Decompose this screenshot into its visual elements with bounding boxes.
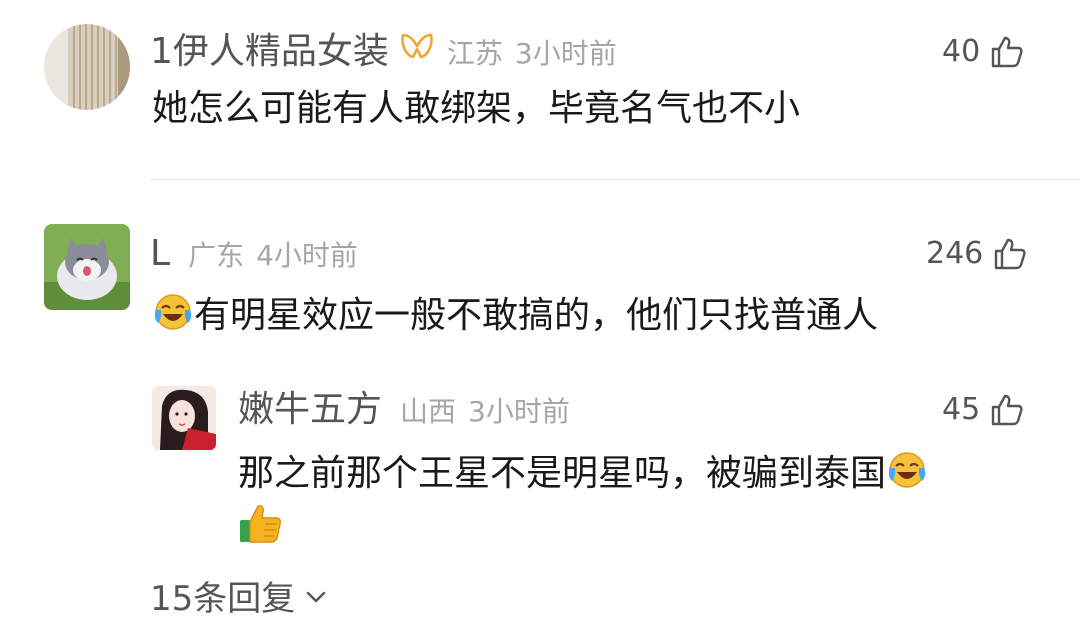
comment-text-content: 有明星效应一般不敢搞的，他们只找普通人 [194,295,879,336]
chevron-down-icon [303,578,329,620]
replies-count-label: 15条回复 [150,579,296,619]
avatar[interactable] [44,24,130,110]
location: 山西 [400,395,457,428]
avatar[interactable] [44,224,130,310]
timestamp: 3小时前 [468,395,570,428]
timestamp: 4小时前 [256,239,358,272]
like-count: 40 [942,34,981,69]
thumbs-up-outline-icon [990,393,1024,427]
comment-header: L 广东 4小时前 [150,232,358,278]
like-count: 45 [942,392,981,427]
comment-text-content: 她怎么可能有人敢绑架，毕竟名气也不小 [152,88,801,129]
view-replies-link[interactable]: 15条回复 [150,578,329,620]
comment-text: 有明星效应一般不敢搞的，他们只找普通人 [152,290,878,344]
thumbs-up-emoji [238,500,284,550]
comment-header: 1伊人精品女装 江苏 3小时前 [150,30,617,76]
thumbs-up-outline-icon [990,35,1024,69]
comment-text-content: 那之前那个王星不是明星吗，被骗到泰国 [238,453,887,494]
thumbs-up-outline-icon [993,237,1027,271]
laughing-crying-face-emoji [886,448,928,502]
divider [150,179,1080,180]
comment-text: 她怎么可能有人敢绑架，毕竟名气也不小 [152,86,800,132]
avatar[interactable] [152,386,216,450]
reply-header: 嫩牛五方 山西 3小时前 [238,388,570,434]
timestamp: 3小时前 [514,37,617,70]
like-count: 246 [926,236,984,271]
laughing-crying-face-emoji [152,290,194,344]
username[interactable]: 嫩牛五方 [238,389,382,430]
like-button[interactable]: 246 [926,236,1027,272]
like-button[interactable]: 45 [942,392,1024,428]
username[interactable]: L [150,233,170,274]
location: 江苏 [446,37,503,70]
gold-ribbon-badge-icon [399,28,435,72]
location: 广东 [188,239,245,272]
like-button[interactable]: 40 [942,34,1024,70]
username[interactable]: 1伊人精品女装 [150,31,389,72]
reply-text: 那之前那个王星不是明星吗，被骗到泰国 [238,448,928,502]
